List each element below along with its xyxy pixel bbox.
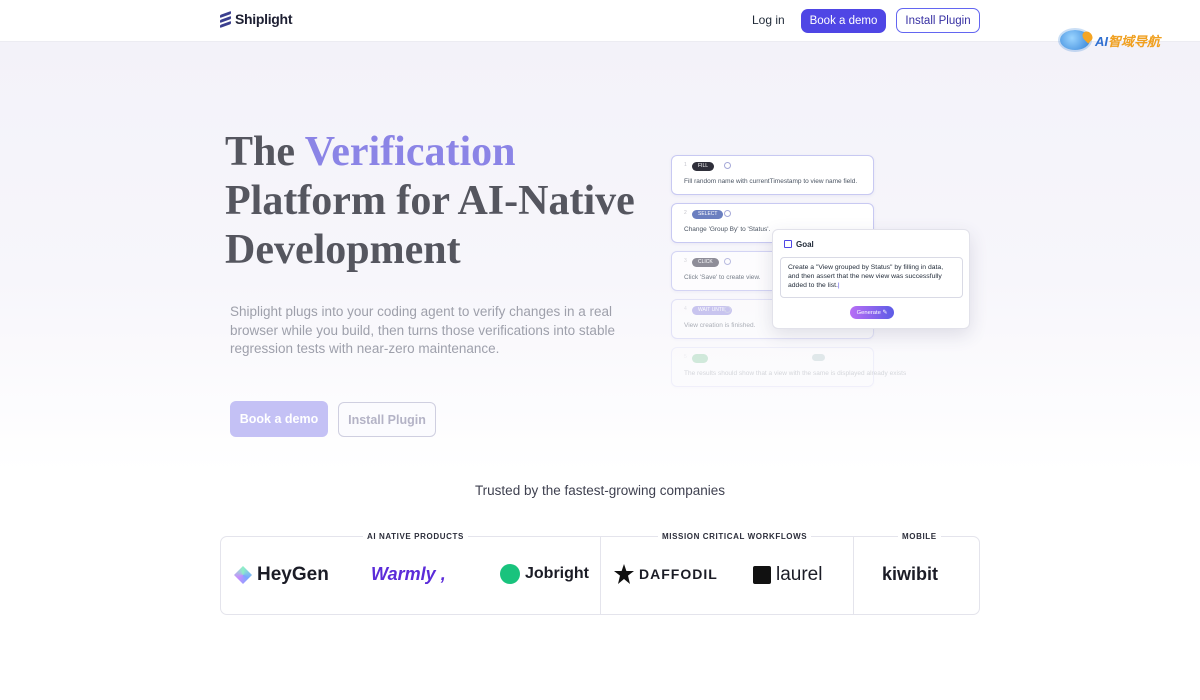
daffodil-icon	[614, 564, 634, 584]
kiwibit-logo: kiwibit	[882, 564, 939, 584]
generate-button[interactable]: Generate ✎	[850, 306, 894, 319]
warmly-logo: Warmly,	[371, 564, 446, 584]
laurel-logo: laurel	[753, 564, 822, 586]
settings-icon	[724, 306, 731, 313]
laurel-icon	[753, 566, 771, 584]
step-tag: CLICK	[692, 258, 719, 267]
hero-install-plugin-button[interactable]: Install Plugin	[338, 402, 436, 437]
watermark-logo: AI智域导航	[1060, 28, 1161, 50]
install-plugin-button[interactable]: Install Plugin	[896, 8, 980, 33]
step-text: Fill random name with currentTimestamp t…	[684, 178, 858, 185]
divider	[853, 537, 854, 614]
heygen-icon	[234, 566, 252, 584]
login-link[interactable]: Log in	[752, 13, 785, 27]
daffodil-logo: DAFFODIL	[614, 564, 718, 584]
category-label: MOBILE	[898, 532, 941, 541]
hero-book-demo-button[interactable]: Book a demo	[230, 401, 328, 437]
step-text: Click 'Save' to create view.	[684, 274, 761, 281]
step-text: Change 'Group By' to 'Status'.	[684, 226, 771, 233]
settings-icon	[724, 258, 731, 265]
top-nav: Shiplight Log in Book a demo Install Plu…	[0, 0, 1200, 42]
step-tag: FILL	[692, 162, 715, 171]
settings-icon	[724, 162, 731, 169]
divider	[600, 537, 601, 614]
heygen-logo: HeyGen	[234, 564, 329, 586]
test-step-card: 1 FILL Fill random name with currentTime…	[671, 155, 874, 195]
test-step-card: 5 The results should show that a view wi…	[671, 347, 906, 387]
category-label: AI NATIVE PRODUCTS	[363, 532, 468, 541]
customer-logos-panel: AI NATIVE PRODUCTS MISSION CRITICAL WORK…	[220, 532, 980, 615]
watermark-text: AI智域导航	[1095, 33, 1161, 49]
step-text: The results should show that a view with…	[684, 370, 907, 377]
jobright-logo: Jobright	[500, 564, 589, 584]
goal-card: Goal Create a "View grouped by Status" b…	[772, 229, 970, 329]
trusted-heading: Trusted by the fastest-growing companies	[474, 483, 726, 498]
jobright-icon	[500, 564, 520, 584]
shiplight-logo[interactable]: Shiplight	[220, 10, 293, 29]
edit-icon	[784, 240, 792, 248]
headline-highlight: Verification	[304, 129, 516, 175]
toggle-icon	[812, 354, 825, 361]
goal-input[interactable]: Create a "View grouped by Status" by fil…	[780, 257, 963, 298]
settings-icon	[724, 210, 731, 217]
book-demo-button[interactable]: Book a demo	[801, 9, 886, 33]
hero-headline: The Verification Platform for AI-Native …	[225, 129, 635, 273]
step-tag	[692, 354, 708, 363]
shiplight-logo-icon	[220, 10, 231, 29]
step-tag: SELECT	[692, 210, 724, 219]
category-label: MISSION CRITICAL WORKFLOWS	[658, 532, 812, 541]
goal-title: Goal	[796, 240, 814, 249]
logo-text: Shiplight	[235, 11, 293, 27]
hero-subtitle: Shiplight plugs into your coding agent t…	[230, 304, 615, 356]
step-text: View creation is finished.	[684, 322, 756, 329]
